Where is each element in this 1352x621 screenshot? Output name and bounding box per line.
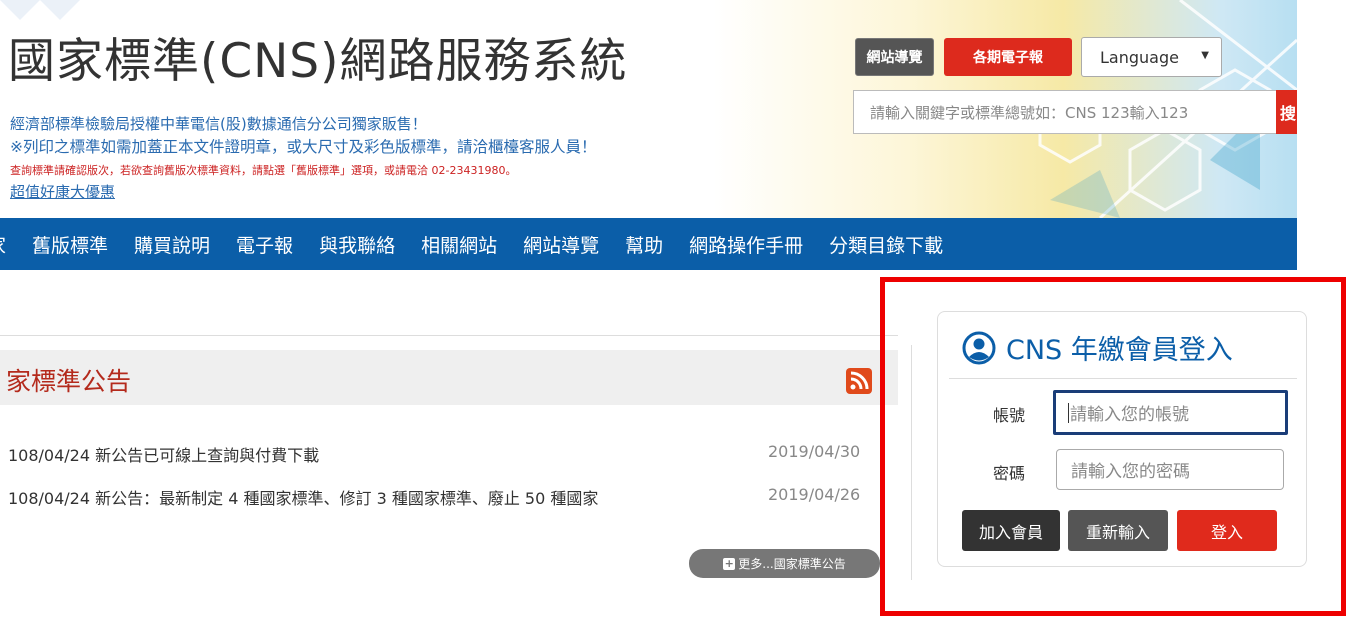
- nav-item-home[interactable]: 家: [0, 231, 6, 258]
- nav-item-contact[interactable]: 與我聯絡: [319, 231, 395, 258]
- nav-item-manual[interactable]: 網路操作手冊: [689, 231, 803, 258]
- announcement-item[interactable]: 108/04/24 新公告已可線上查詢與付費下載: [8, 442, 319, 466]
- password-input[interactable]: 請輸入您的密碼: [1056, 449, 1284, 490]
- search-button[interactable]: 搜: [1276, 90, 1297, 134]
- rss-icon[interactable]: [846, 368, 872, 394]
- join-member-button[interactable]: 加入會員: [962, 510, 1060, 551]
- tagline-version-notice: 查詢標準請確認版次，若欲查詢舊版次標準資料，請點選「舊版標準」選項，或請電洽 0…: [10, 164, 517, 177]
- more-announcements-button[interactable]: + 更多...國家標準公告: [689, 549, 880, 578]
- user-circle-icon: [962, 331, 996, 364]
- sitemap-button[interactable]: 網站導覽: [855, 38, 934, 76]
- account-placeholder: 請輸入您的帳號: [1070, 405, 1189, 425]
- announcement-title: 家標準公告: [6, 367, 132, 396]
- dropdown-arrow-icon: ▼: [1201, 50, 1209, 61]
- nav-item-purchase-info[interactable]: 購買說明: [134, 231, 210, 258]
- login-divider: [949, 378, 1297, 379]
- main-nav: 家 舊版標準 購買說明 電子報 與我聯絡 相關網站 網站導覽 幫助 網路操作手冊…: [0, 218, 1297, 270]
- language-select-label: Language: [1100, 47, 1179, 67]
- login-button[interactable]: 登入: [1177, 510, 1277, 551]
- announcement-header: [0, 350, 898, 405]
- site-title: 國家標準(CNS)網路服務系統: [8, 34, 628, 89]
- plus-icon: +: [723, 556, 736, 570]
- account-input[interactable]: 請輸入您的帳號: [1053, 390, 1288, 435]
- language-select[interactable]: Language ▼: [1081, 37, 1222, 77]
- nav-item-help[interactable]: 幫助: [625, 231, 663, 258]
- more-announcements-label: 更多...國家標準公告: [738, 557, 846, 571]
- announcement-date: 2019/04/30: [768, 442, 861, 461]
- nav-item-newsletter[interactable]: 電子報: [236, 231, 293, 258]
- reset-button[interactable]: 重新輸入: [1068, 510, 1168, 551]
- announcement-item[interactable]: 108/04/24 新公告：最新制定 4 種國家標準、修訂 3 種國家標準、廢止…: [8, 485, 598, 509]
- login-title: CNS 年繳會員登入: [962, 328, 1233, 367]
- search-input[interactable]: 請輸入關鍵字或標準總號如：CNS 123輸入123: [853, 90, 1276, 134]
- tagline-distributor: 經濟部標準檢驗局授權中華電信(股)數據通信分公司獨家販售！: [10, 115, 427, 133]
- announcement-date: 2019/04/26: [768, 485, 861, 504]
- nav-item-sitemap[interactable]: 網站導覽: [523, 231, 599, 258]
- login-title-text: CNS 年繳會員登入: [1006, 335, 1233, 366]
- nav-item-old-standards[interactable]: 舊版標準: [32, 231, 108, 258]
- account-label: 帳號: [993, 406, 1026, 425]
- promo-link[interactable]: 超值好康大優惠: [10, 181, 115, 202]
- tagline-print-notice: ※列印之標準如需加蓋正本文件證明章，或大尺寸及彩色版標準，請洽櫃檯客服人員！: [10, 138, 597, 156]
- section-divider: [0, 335, 898, 336]
- site-header: 國家標準(CNS)網路服務系統 經濟部標準檢驗局授權中華電信(股)數據通信分公司…: [0, 0, 1297, 218]
- text-caret: [1068, 402, 1069, 423]
- newsletter-button[interactable]: 各期電子報: [944, 38, 1072, 76]
- password-label: 密碼: [993, 464, 1026, 483]
- nav-item-catalog-download[interactable]: 分類目錄下載: [829, 231, 943, 258]
- nav-item-related-sites[interactable]: 相關網站: [421, 231, 497, 258]
